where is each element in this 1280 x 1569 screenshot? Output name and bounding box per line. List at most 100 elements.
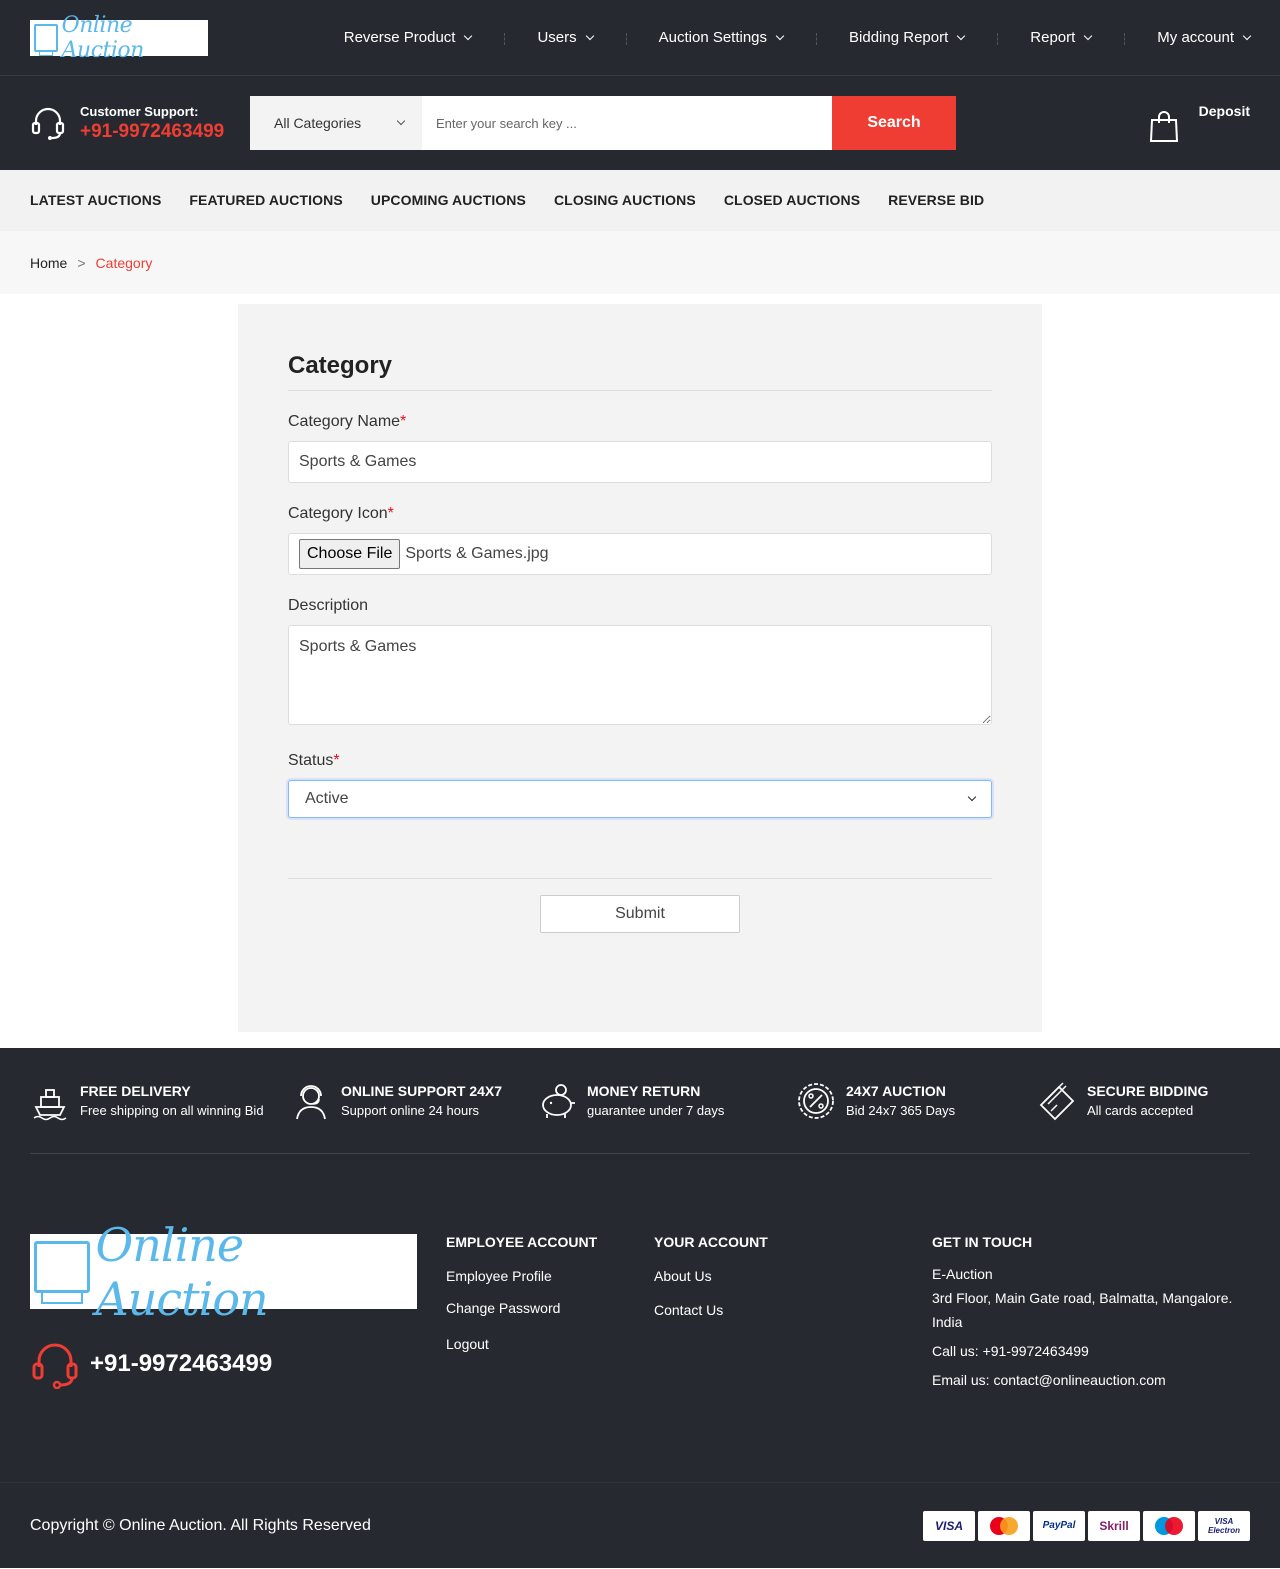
footer-main: Online Auction +91-9972463499 EMPLOYEE A… bbox=[0, 1154, 1280, 1482]
nav-report[interactable]: Report bbox=[997, 29, 1124, 46]
deposit-link[interactable]: Deposit bbox=[1149, 103, 1250, 143]
headset-icon bbox=[30, 105, 66, 141]
feature-title: MONEY RETURN bbox=[587, 1083, 724, 1099]
category-form: Category Category Name* Sports & Games C… bbox=[238, 304, 1042, 1032]
search-input[interactable] bbox=[422, 96, 832, 150]
breadcrumb: Home > Category bbox=[0, 230, 1280, 294]
footer-your-account: YOUR ACCOUNT About Us Contact Us bbox=[654, 1234, 932, 1482]
catnav-featured-auctions[interactable]: FEATURED AUCTIONS bbox=[189, 192, 342, 208]
footer-brand: Online Auction +91-9972463499 bbox=[30, 1234, 446, 1482]
footer-link-change-password[interactable]: Change Password bbox=[446, 1300, 654, 1316]
catnav-latest-auctions[interactable]: LATEST AUCTIONS bbox=[30, 192, 161, 208]
status-field: Status* Active bbox=[288, 752, 992, 818]
chevron-down-icon bbox=[464, 31, 472, 39]
feature-money-return: MONEY RETURN guarantee under 7 days bbox=[537, 1081, 796, 1121]
contact-call[interactable]: Call us: +91-9972463499 bbox=[932, 1339, 1232, 1363]
status-select-value: Active bbox=[305, 790, 349, 808]
payment-cards: VISA PayPal Skrill VISA Electron bbox=[920, 1511, 1250, 1541]
support-label: Customer Support: bbox=[80, 104, 224, 119]
chevron-down-icon bbox=[397, 117, 405, 125]
customer-support: Customer Support: +91-9972463499 bbox=[30, 104, 250, 143]
feature-subtitle: Free shipping on all winning Bid bbox=[80, 1103, 264, 1118]
support-agent-icon bbox=[291, 1081, 331, 1121]
footer-phone-number: +91-9972463499 bbox=[90, 1350, 272, 1378]
ship-icon bbox=[30, 1081, 70, 1121]
breadcrumb-home[interactable]: Home bbox=[30, 255, 67, 271]
catnav-closing-auctions[interactable]: CLOSING AUCTIONS bbox=[554, 192, 696, 208]
nav-label: Bidding Report bbox=[849, 29, 948, 46]
status-label: Status* bbox=[288, 752, 992, 770]
footer-get-in-touch: GET IN TOUCH E-Auction 3rd Floor, Main G… bbox=[932, 1234, 1232, 1482]
search-row: Customer Support: +91-9972463499 All Cat… bbox=[0, 76, 1280, 170]
label-text: Status bbox=[288, 752, 333, 769]
footer-employee-account: EMPLOYEE ACCOUNT Employee Profile Change… bbox=[446, 1234, 654, 1482]
nav-auction-settings[interactable]: Auction Settings bbox=[626, 29, 816, 46]
feature-free-delivery: FREE DELIVERY Free shipping on all winnin… bbox=[30, 1081, 291, 1121]
catnav-closed-auctions[interactable]: CLOSED AUCTIONS bbox=[724, 192, 860, 208]
footer-heading: YOUR ACCOUNT bbox=[654, 1234, 932, 1250]
footer-link-employee-profile[interactable]: Employee Profile bbox=[446, 1268, 654, 1284]
nav-bidding-report[interactable]: Bidding Report bbox=[816, 29, 997, 46]
label-text: Category Name bbox=[288, 413, 400, 430]
chevron-down-icon bbox=[1243, 31, 1251, 39]
category-select[interactable]: All Categories bbox=[250, 96, 422, 150]
site-logo[interactable]: Online Auction bbox=[30, 20, 208, 56]
skrill-card-icon: Skrill bbox=[1088, 1511, 1140, 1541]
footer-link-contact-us[interactable]: Contact Us bbox=[654, 1302, 932, 1318]
top-bar: Online Auction Reverse Product Users Auc… bbox=[0, 0, 1280, 76]
category-icon-label: Category Icon* bbox=[288, 505, 992, 523]
shopping-bag-icon bbox=[1149, 109, 1179, 143]
feature-subtitle: guarantee under 7 days bbox=[587, 1103, 724, 1118]
features-strip: FREE DELIVERY Free shipping on all winnin… bbox=[0, 1048, 1280, 1154]
support-phone[interactable]: +91-9972463499 bbox=[80, 121, 224, 143]
contact-email[interactable]: Email us: contact@onlineauction.com bbox=[932, 1368, 1232, 1392]
contact-country: India bbox=[932, 1310, 1232, 1334]
copyright-text: Copyright © Online Auction. All Rights R… bbox=[30, 1517, 371, 1535]
footer-logo[interactable]: Online Auction bbox=[30, 1234, 417, 1309]
headset-icon bbox=[30, 1339, 80, 1389]
breadcrumb-current: Category bbox=[96, 255, 153, 271]
submit-button[interactable]: Submit bbox=[540, 895, 740, 933]
category-name-label: Category Name* bbox=[288, 413, 992, 431]
feature-subtitle: All cards accepted bbox=[1087, 1103, 1208, 1118]
nav-my-account[interactable]: My account bbox=[1124, 29, 1250, 46]
feature-24x7-auction: 24X7 AUCTIONBid 24x7 365 Days bbox=[796, 1081, 1037, 1121]
description-textarea[interactable]: Sports & Games bbox=[288, 625, 992, 725]
maestro-card-icon bbox=[1143, 1511, 1195, 1541]
contact-address: 3rd Floor, Main Gate road, Balmatta, Man… bbox=[932, 1286, 1232, 1310]
choose-file-button[interactable]: Choose File bbox=[299, 539, 400, 569]
search-button[interactable]: Search bbox=[832, 96, 956, 150]
feature-title: 24X7 AUCTION bbox=[846, 1083, 955, 1099]
feature-title: FREE DELIVERY bbox=[80, 1083, 264, 1099]
chevron-down-icon bbox=[1084, 31, 1092, 39]
site-header: Online Auction Reverse Product Users Auc… bbox=[0, 0, 1280, 170]
required-mark: * bbox=[388, 505, 394, 522]
category-select-value: All Categories bbox=[274, 115, 361, 131]
footer-phone[interactable]: +91-9972463499 bbox=[30, 1339, 446, 1389]
nav-reverse-product[interactable]: Reverse Product bbox=[311, 29, 505, 46]
category-name-input[interactable]: Sports & Games bbox=[288, 441, 992, 483]
nav-label: Auction Settings bbox=[659, 29, 767, 46]
footer-link-about-us[interactable]: About Us bbox=[654, 1268, 932, 1284]
description-label: Description bbox=[288, 597, 992, 615]
nav-label: My account bbox=[1157, 29, 1234, 46]
page-title: Category bbox=[288, 352, 992, 391]
piggy-bank-icon bbox=[537, 1081, 577, 1121]
footer-link-logout[interactable]: Logout bbox=[446, 1336, 654, 1352]
search-box: All Categories Search bbox=[250, 96, 956, 150]
label-text: Category Icon bbox=[288, 505, 388, 522]
site-footer: FREE DELIVERY Free shipping on all winnin… bbox=[0, 1048, 1280, 1568]
catnav-upcoming-auctions[interactable]: UPCOMING AUCTIONS bbox=[371, 192, 526, 208]
required-mark: * bbox=[400, 413, 406, 430]
monitor-logo-icon bbox=[34, 1241, 90, 1293]
breadcrumb-separator: > bbox=[77, 255, 85, 271]
category-nav: LATEST AUCTIONS FEATURED AUCTIONS UPCOMI… bbox=[0, 170, 1280, 230]
footer-heading: EMPLOYEE ACCOUNT bbox=[446, 1234, 654, 1250]
catnav-reverse-bid[interactable]: REVERSE BID bbox=[888, 192, 984, 208]
nav-users[interactable]: Users bbox=[504, 29, 625, 46]
logo-text: Online Auction bbox=[96, 1218, 413, 1326]
visa-card-icon: VISA bbox=[923, 1511, 975, 1541]
chevron-down-icon bbox=[776, 31, 784, 39]
status-select[interactable]: Active bbox=[288, 780, 992, 818]
chevron-down-icon bbox=[585, 31, 593, 39]
